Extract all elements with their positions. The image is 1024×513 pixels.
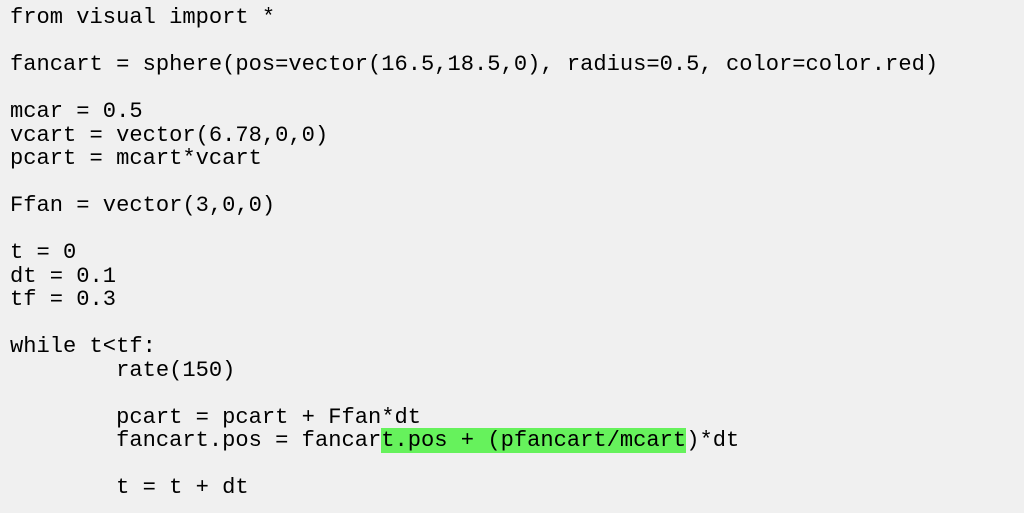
code-line[interactable]: [10, 382, 1024, 406]
code-text: pcart = mcart*vcart: [10, 146, 262, 171]
code-line[interactable]: [10, 77, 1024, 101]
code-line[interactable]: [10, 218, 1024, 242]
text-selection-highlight[interactable]: t.pos + (pfancart/mcart: [381, 428, 687, 453]
code-line[interactable]: vcart = vector(6.78,0,0): [10, 122, 1024, 148]
code-text: t = t + dt: [10, 475, 249, 500]
code-line[interactable]: [10, 171, 1024, 195]
code-text: mcar = 0.5: [10, 99, 143, 124]
code-line[interactable]: Ffan = vector(3,0,0): [10, 194, 1024, 218]
code-text: rate(150): [10, 357, 236, 383]
code-line[interactable]: fancart = sphere(pos=vector(16.5,18.5,0)…: [10, 53, 1024, 77]
code-text: fancart.pos = fancar: [10, 428, 382, 453]
code-line[interactable]: pcart = mcart*vcart: [10, 147, 1024, 171]
code-line[interactable]: [10, 312, 1024, 336]
code-line[interactable]: from visual import *: [10, 6, 1024, 30]
code-text: from visual import *: [10, 5, 276, 30]
code-text: dt = 0.1: [10, 263, 117, 289]
code-text: Ffan = vector(3,0,0): [10, 193, 276, 218]
code-line[interactable]: [10, 30, 1024, 54]
code-text: while t<tf:: [10, 334, 156, 359]
code-line[interactable]: mcar = 0.5: [10, 100, 1024, 124]
code-line[interactable]: rate(150): [10, 357, 1024, 383]
code-line[interactable]: t = 0: [10, 241, 1024, 265]
code-line[interactable]: [10, 453, 1024, 477]
code-line[interactable]: tf = 0.3: [10, 288, 1024, 312]
code-text: )*dt: [686, 428, 740, 453]
code-line[interactable]: dt = 0.1: [10, 263, 1024, 289]
code-text: pcart = pcart + Ffan*dt: [10, 404, 422, 430]
code-line[interactable]: pcart = pcart + Ffan*dt: [10, 404, 1024, 430]
code-text: tf = 0.3: [10, 287, 117, 312]
code-text: vcart = vector(6.78,0,0): [10, 122, 329, 148]
code-text: fancart = sphere(pos=vector(16.5,18.5,0)…: [10, 52, 939, 77]
code-text: t = 0: [10, 240, 77, 265]
code-line-with-selection[interactable]: fancart.pos = fancart.pos + (pfancart/mc…: [10, 428, 1024, 453]
code-line[interactable]: t = t + dt: [10, 476, 1024, 500]
code-editor[interactable]: from visual import * fancart = sphere(po…: [0, 0, 1024, 513]
code-line[interactable]: while t<tf:: [10, 335, 1024, 359]
